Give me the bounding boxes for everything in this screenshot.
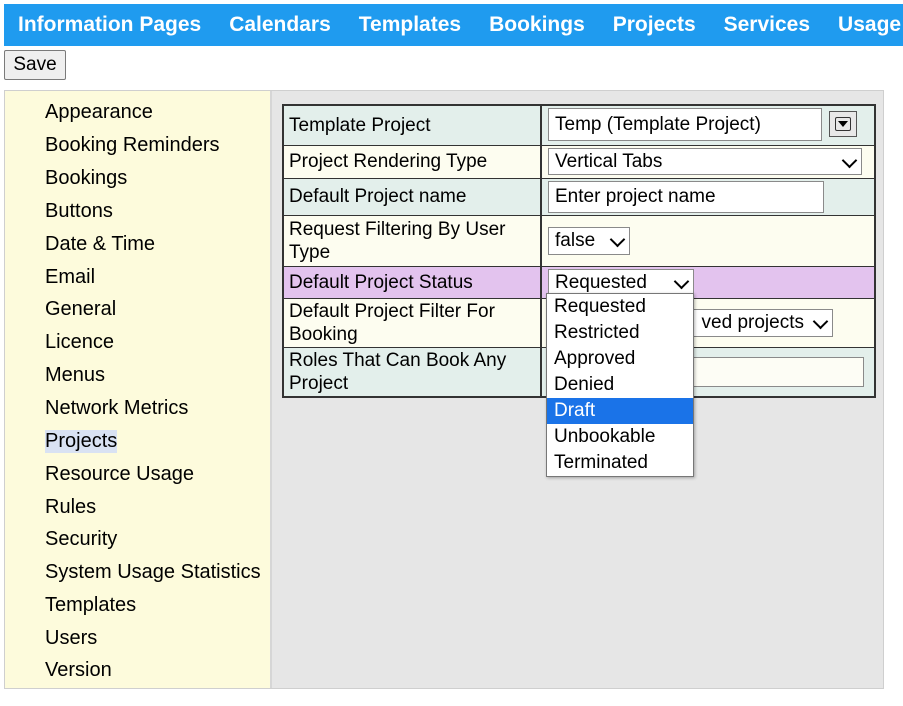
- nav-services[interactable]: Services: [724, 13, 810, 37]
- chevron-down-icon: [841, 152, 858, 169]
- setting-label: Default Project Filter For Booking: [284, 299, 542, 347]
- top-navigation: Information Pages Calendars Templates Bo…: [4, 4, 903, 46]
- nav-usage[interactable]: Usage: [838, 13, 901, 37]
- rendering-type-select[interactable]: Vertical Tabs: [548, 148, 862, 175]
- sidebar-item-menus[interactable]: Menus: [45, 364, 105, 387]
- caret-down-icon: [838, 121, 848, 127]
- sidebar-item-version[interactable]: Version: [45, 659, 112, 682]
- sidebar-item-bookings[interactable]: Bookings: [45, 167, 127, 190]
- setting-row-request-filtering: Request Filtering By User Type false: [284, 216, 874, 267]
- status-option-unbookable[interactable]: Unbookable: [547, 424, 693, 450]
- sidebar-item-date-time[interactable]: Date & Time: [45, 233, 155, 256]
- setting-value: false: [544, 216, 874, 266]
- status-option-terminated[interactable]: Terminated: [547, 450, 693, 476]
- setting-label: Default Project name: [284, 179, 542, 215]
- sidebar-item-system-usage-statistics[interactable]: System Usage Statistics: [45, 561, 261, 584]
- select-value: false: [555, 230, 596, 251]
- sidebar-item-projects[interactable]: Projects: [45, 430, 118, 453]
- chevron-down-icon: [812, 313, 829, 330]
- sidebar-item-general[interactable]: General: [45, 298, 116, 321]
- setting-row-default-name: Default Project name Enter project name: [284, 179, 874, 216]
- nav-bookings[interactable]: Bookings: [489, 13, 585, 37]
- sidebar-item-templates[interactable]: Templates: [45, 594, 136, 617]
- sidebar-item-rules[interactable]: Rules: [45, 496, 96, 519]
- chevron-down-icon: [609, 231, 626, 248]
- setting-label: Roles That Can Book Any Project: [284, 348, 542, 396]
- status-option-denied[interactable]: Denied: [547, 372, 693, 398]
- default-project-name-input[interactable]: Enter project name: [548, 181, 824, 213]
- sidebar-item-licence[interactable]: Licence: [45, 331, 114, 354]
- status-option-approved[interactable]: Approved: [547, 346, 693, 372]
- request-filtering-select[interactable]: false: [548, 227, 630, 255]
- setting-label: Project Rendering Type: [284, 146, 542, 178]
- sidebar-item-security[interactable]: Security: [45, 528, 117, 551]
- status-option-requested[interactable]: Requested: [547, 294, 693, 320]
- select-value: Vertical Tabs: [555, 150, 663, 172]
- status-option-restricted[interactable]: Restricted: [547, 320, 693, 346]
- sidebar-item-resource-usage[interactable]: Resource Usage: [45, 463, 194, 486]
- nav-projects[interactable]: Projects: [613, 13, 696, 37]
- settings-panel: Appearance Booking Reminders Bookings Bu…: [4, 90, 884, 689]
- setting-label: Template Project: [284, 106, 542, 145]
- project-status-dropdown-list: Requested Restricted Approved Denied Dra…: [546, 293, 694, 477]
- sidebar-item-email[interactable]: Email: [45, 266, 95, 289]
- setting-row-template-project: Template Project Temp (Template Project): [284, 106, 874, 146]
- nav-calendars[interactable]: Calendars: [229, 13, 331, 37]
- select-value: Requested: [555, 271, 647, 293]
- default-status-select[interactable]: Requested: [548, 269, 694, 296]
- sidebar-item-network-metrics[interactable]: Network Metrics: [45, 397, 188, 420]
- setting-value: Enter project name: [544, 179, 874, 215]
- template-project-lookup-button[interactable]: [829, 111, 857, 137]
- sidebar-item-appearance[interactable]: Appearance: [45, 101, 153, 124]
- settings-sidebar: Appearance Booking Reminders Bookings Bu…: [5, 91, 272, 688]
- sidebar-item-users[interactable]: Users: [45, 627, 97, 650]
- setting-row-rendering-type: Project Rendering Type Vertical Tabs: [284, 146, 874, 179]
- sidebar-item-booking-reminders[interactable]: Booking Reminders: [45, 134, 220, 157]
- setting-label: Default Project Status: [284, 267, 542, 298]
- status-option-draft[interactable]: Draft: [547, 398, 693, 424]
- setting-value: Vertical Tabs: [544, 146, 874, 178]
- nav-information-pages[interactable]: Information Pages: [18, 13, 201, 37]
- sidebar-item-buttons[interactable]: Buttons: [45, 200, 113, 223]
- setting-label: Request Filtering By User Type: [284, 216, 542, 266]
- select-value: ved projects: [701, 312, 804, 333]
- template-project-field[interactable]: Temp (Template Project): [548, 108, 822, 141]
- setting-value: Temp (Template Project): [544, 106, 874, 145]
- chevron-down-icon: [673, 273, 690, 290]
- nav-templates[interactable]: Templates: [359, 13, 461, 37]
- save-button[interactable]: Save: [4, 50, 66, 80]
